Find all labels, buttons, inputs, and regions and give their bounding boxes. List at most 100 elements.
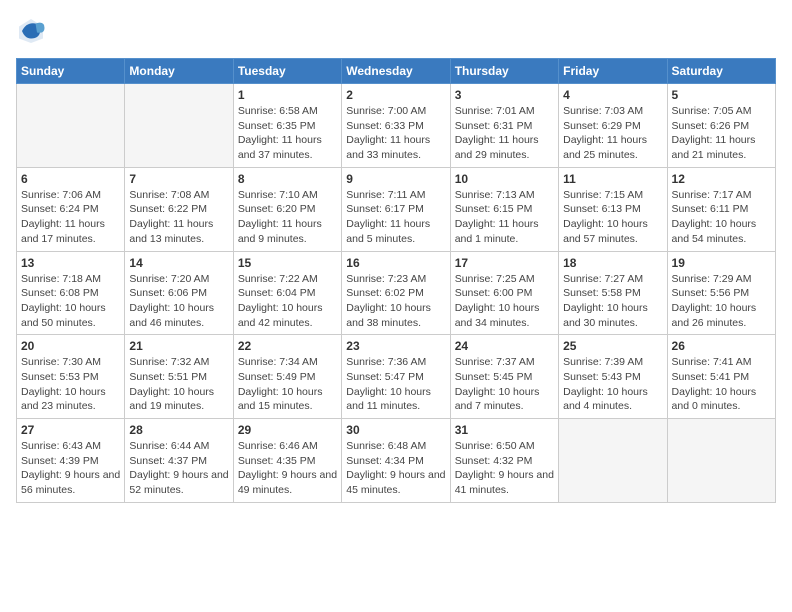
day-detail: Sunrise: 6:48 AM Sunset: 4:34 PM Dayligh…	[346, 439, 445, 498]
calendar-body: 1 Sunrise: 6:58 AM Sunset: 6:35 PM Daylig…	[17, 84, 776, 503]
calendar-day-cell: 26 Sunrise: 7:41 AM Sunset: 5:41 PM Dayli…	[667, 335, 775, 419]
day-of-week-header: Wednesday	[342, 59, 450, 84]
day-number: 10	[455, 172, 554, 186]
day-detail: Sunrise: 7:10 AM Sunset: 6:20 PM Dayligh…	[238, 188, 337, 247]
day-number: 31	[455, 423, 554, 437]
day-detail: Sunrise: 7:00 AM Sunset: 6:33 PM Dayligh…	[346, 104, 445, 163]
calendar-day-cell: 18 Sunrise: 7:27 AM Sunset: 5:58 PM Dayli…	[559, 251, 667, 335]
day-detail: Sunrise: 7:13 AM Sunset: 6:15 PM Dayligh…	[455, 188, 554, 247]
calendar-day-cell: 7Sunrise: 7:08 AM Sunset: 6:22 PM Daylig…	[125, 167, 233, 251]
day-number: 1	[238, 88, 337, 102]
day-detail: Sunrise: 6:43 AM Sunset: 4:39 PM Dayligh…	[21, 439, 120, 498]
calendar-week-row: 6 Sunrise: 7:06 AM Sunset: 6:24 PM Daylig…	[17, 167, 776, 251]
day-detail: Sunrise: 7:06 AM Sunset: 6:24 PM Dayligh…	[21, 188, 120, 247]
day-number: 20	[21, 339, 120, 353]
day-detail: Sunrise: 6:46 AM Sunset: 4:35 PM Dayligh…	[238, 439, 337, 498]
day-number: 3	[455, 88, 554, 102]
calendar-day-cell: 13 Sunrise: 7:18 AM Sunset: 6:08 PM Dayli…	[17, 251, 125, 335]
day-number: 8	[238, 172, 337, 186]
day-detail: Sunrise: 7:41 AM Sunset: 5:41 PM Dayligh…	[672, 355, 771, 414]
header-row: SundayMondayTuesdayWednesdayThursdayFrid…	[17, 59, 776, 84]
logo	[16, 16, 50, 46]
day-number: 11	[563, 172, 662, 186]
calendar-day-cell: 3 Sunrise: 7:01 AM Sunset: 6:31 PM Daylig…	[450, 84, 558, 168]
day-detail: Sunrise: 7:08 AM Sunset: 6:22 PM Dayligh…	[129, 188, 228, 247]
day-number: 5	[672, 88, 771, 102]
day-number: 23	[346, 339, 445, 353]
calendar-day-cell	[17, 84, 125, 168]
calendar-day-cell: 12 Sunrise: 7:17 AM Sunset: 6:11 PM Dayli…	[667, 167, 775, 251]
calendar-day-cell	[559, 419, 667, 503]
day-detail: Sunrise: 7:11 AM Sunset: 6:17 PM Dayligh…	[346, 188, 445, 247]
day-number: 28	[129, 423, 228, 437]
calendar-week-row: 20 Sunrise: 7:30 AM Sunset: 5:53 PM Dayli…	[17, 335, 776, 419]
logo-icon	[16, 16, 46, 46]
day-of-week-header: Monday	[125, 59, 233, 84]
calendar-day-cell: 9 Sunrise: 7:11 AM Sunset: 6:17 PM Daylig…	[342, 167, 450, 251]
calendar-day-cell: 17 Sunrise: 7:25 AM Sunset: 6:00 PM Dayli…	[450, 251, 558, 335]
day-number: 24	[455, 339, 554, 353]
day-number: 12	[672, 172, 771, 186]
day-number: 22	[238, 339, 337, 353]
day-detail: Sunrise: 7:39 AM Sunset: 5:43 PM Dayligh…	[563, 355, 662, 414]
day-detail: Sunrise: 7:18 AM Sunset: 6:08 PM Dayligh…	[21, 272, 120, 331]
calendar-day-cell	[667, 419, 775, 503]
calendar-day-cell: 15 Sunrise: 7:22 AM Sunset: 6:04 PM Dayli…	[233, 251, 341, 335]
day-detail: Sunrise: 6:58 AM Sunset: 6:35 PM Dayligh…	[238, 104, 337, 163]
calendar-day-cell: 28Sunrise: 6:44 AM Sunset: 4:37 PM Dayli…	[125, 419, 233, 503]
day-of-week-header: Friday	[559, 59, 667, 84]
calendar-day-cell: 8 Sunrise: 7:10 AM Sunset: 6:20 PM Daylig…	[233, 167, 341, 251]
calendar-day-cell: 24 Sunrise: 7:37 AM Sunset: 5:45 PM Dayli…	[450, 335, 558, 419]
day-number: 18	[563, 256, 662, 270]
day-number: 9	[346, 172, 445, 186]
calendar-day-cell: 1 Sunrise: 6:58 AM Sunset: 6:35 PM Daylig…	[233, 84, 341, 168]
day-number: 30	[346, 423, 445, 437]
calendar-week-row: 1 Sunrise: 6:58 AM Sunset: 6:35 PM Daylig…	[17, 84, 776, 168]
day-of-week-header: Tuesday	[233, 59, 341, 84]
day-of-week-header: Saturday	[667, 59, 775, 84]
day-detail: Sunrise: 6:50 AM Sunset: 4:32 PM Dayligh…	[455, 439, 554, 498]
calendar-header: SundayMondayTuesdayWednesdayThursdayFrid…	[17, 59, 776, 84]
calendar-day-cell: 30 Sunrise: 6:48 AM Sunset: 4:34 PM Dayli…	[342, 419, 450, 503]
calendar-day-cell: 22 Sunrise: 7:34 AM Sunset: 5:49 PM Dayli…	[233, 335, 341, 419]
calendar-day-cell: 25Sunrise: 7:39 AM Sunset: 5:43 PM Dayli…	[559, 335, 667, 419]
day-number: 2	[346, 88, 445, 102]
day-number: 6	[21, 172, 120, 186]
calendar-day-cell	[125, 84, 233, 168]
day-number: 26	[672, 339, 771, 353]
day-number: 15	[238, 256, 337, 270]
calendar-day-cell: 2 Sunrise: 7:00 AM Sunset: 6:33 PM Daylig…	[342, 84, 450, 168]
day-of-week-header: Sunday	[17, 59, 125, 84]
day-number: 4	[563, 88, 662, 102]
calendar-day-cell: 31 Sunrise: 6:50 AM Sunset: 4:32 PM Dayli…	[450, 419, 558, 503]
calendar-table: SundayMondayTuesdayWednesdayThursdayFrid…	[16, 58, 776, 503]
day-detail: Sunrise: 7:22 AM Sunset: 6:04 PM Dayligh…	[238, 272, 337, 331]
calendar-day-cell: 29Sunrise: 6:46 AM Sunset: 4:35 PM Dayli…	[233, 419, 341, 503]
day-detail: Sunrise: 7:15 AM Sunset: 6:13 PM Dayligh…	[563, 188, 662, 247]
calendar-day-cell: 20 Sunrise: 7:30 AM Sunset: 5:53 PM Dayli…	[17, 335, 125, 419]
day-detail: Sunrise: 7:05 AM Sunset: 6:26 PM Dayligh…	[672, 104, 771, 163]
day-detail: Sunrise: 7:37 AM Sunset: 5:45 PM Dayligh…	[455, 355, 554, 414]
day-detail: Sunrise: 7:34 AM Sunset: 5:49 PM Dayligh…	[238, 355, 337, 414]
calendar-day-cell: 27 Sunrise: 6:43 AM Sunset: 4:39 PM Dayli…	[17, 419, 125, 503]
calendar-day-cell: 10 Sunrise: 7:13 AM Sunset: 6:15 PM Dayli…	[450, 167, 558, 251]
calendar-day-cell: 23Sunrise: 7:36 AM Sunset: 5:47 PM Dayli…	[342, 335, 450, 419]
day-detail: Sunrise: 7:25 AM Sunset: 6:00 PM Dayligh…	[455, 272, 554, 331]
calendar-day-cell: 6 Sunrise: 7:06 AM Sunset: 6:24 PM Daylig…	[17, 167, 125, 251]
day-number: 14	[129, 256, 228, 270]
day-number: 13	[21, 256, 120, 270]
day-detail: Sunrise: 7:01 AM Sunset: 6:31 PM Dayligh…	[455, 104, 554, 163]
day-detail: Sunrise: 7:03 AM Sunset: 6:29 PM Dayligh…	[563, 104, 662, 163]
calendar-day-cell: 16Sunrise: 7:23 AM Sunset: 6:02 PM Dayli…	[342, 251, 450, 335]
day-detail: Sunrise: 7:27 AM Sunset: 5:58 PM Dayligh…	[563, 272, 662, 331]
calendar-day-cell: 4 Sunrise: 7:03 AM Sunset: 6:29 PM Daylig…	[559, 84, 667, 168]
day-number: 17	[455, 256, 554, 270]
day-detail: Sunrise: 7:29 AM Sunset: 5:56 PM Dayligh…	[672, 272, 771, 331]
day-detail: Sunrise: 7:32 AM Sunset: 5:51 PM Dayligh…	[129, 355, 228, 414]
day-detail: Sunrise: 7:17 AM Sunset: 6:11 PM Dayligh…	[672, 188, 771, 247]
day-number: 27	[21, 423, 120, 437]
page-header	[16, 16, 776, 46]
day-detail: Sunrise: 7:30 AM Sunset: 5:53 PM Dayligh…	[21, 355, 120, 414]
calendar-day-cell: 21Sunrise: 7:32 AM Sunset: 5:51 PM Dayli…	[125, 335, 233, 419]
day-detail: Sunrise: 7:23 AM Sunset: 6:02 PM Dayligh…	[346, 272, 445, 331]
